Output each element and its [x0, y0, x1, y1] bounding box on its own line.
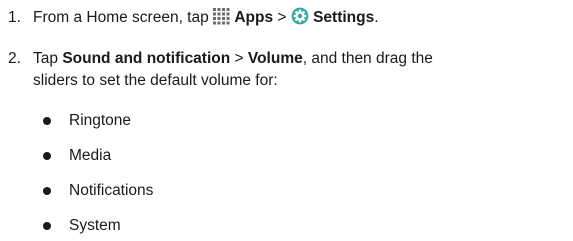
step-1-separator: > [273, 9, 291, 26]
bullet-dot-icon [43, 152, 51, 160]
bullet-label-system: System [69, 217, 121, 234]
step-2-separator: > [230, 50, 248, 67]
apps-label: Apps [234, 9, 274, 26]
bullet-label-notifications: Notifications [69, 182, 154, 199]
apps-grid-icon [213, 8, 230, 32]
step-2-line1-suffix: , and then drag the [302, 50, 433, 67]
volume-label: Volume [247, 50, 303, 67]
list-item: Notifications [0, 180, 573, 202]
step-2-prefix: Tap [33, 50, 63, 67]
bullet-dot-icon [43, 117, 51, 125]
step-2-number: 2. [8, 50, 21, 67]
list-item: Media [0, 145, 573, 167]
bullet-label-ringtone: Ringtone [69, 112, 132, 129]
step-1-suffix: . [374, 9, 379, 26]
step-1-prefix: From a Home screen, tap [33, 9, 214, 26]
list-item: System [0, 215, 573, 237]
step-1-number: 1. [8, 9, 21, 26]
list-item: Ringtone [0, 110, 573, 132]
settings-gear-icon [291, 7, 309, 32]
step-2-line2: sliders to set the default volume for: [33, 72, 278, 89]
step-1-text: From a Home screen, tap Apps > Settings. [33, 7, 568, 32]
bullet-dot-icon [43, 222, 51, 230]
bullet-dot-icon [43, 187, 51, 195]
sound-and-notification-label: Sound and notification [62, 50, 231, 67]
bullet-label-media: Media [69, 147, 112, 164]
settings-label: Settings [313, 9, 375, 26]
step-2-text: Tap Sound and notification > Volume, and… [33, 48, 568, 92]
